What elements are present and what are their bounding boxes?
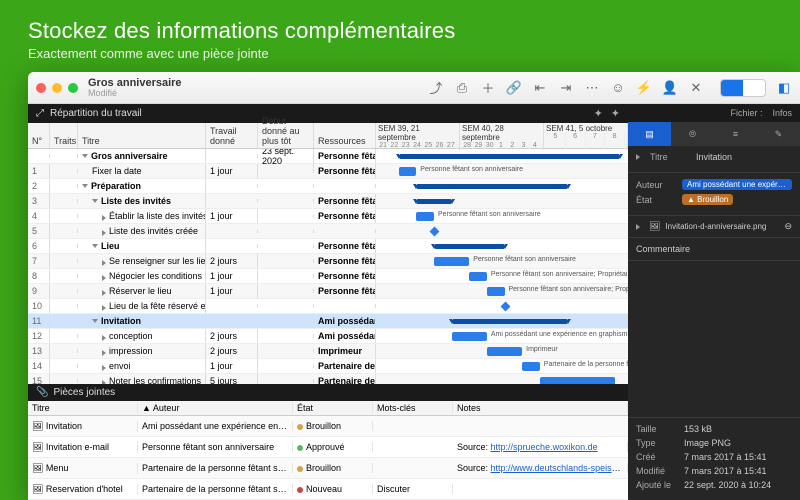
col-traits[interactable]: Traits: [50, 123, 78, 148]
meta-size-v: 153 kB: [684, 424, 712, 434]
col-resources[interactable]: Ressources: [314, 123, 376, 148]
inspector-tab-tags[interactable]: ⦾: [671, 122, 714, 146]
task-row[interactable]: 14envoi1 jourPartenaire de laPartenaire …: [28, 359, 628, 374]
hero-subtitle: Exactement comme avec une pièce jointe: [28, 46, 772, 61]
magic-icon[interactable]: ✦: [594, 107, 603, 120]
inspector-tab-list[interactable]: ≡: [714, 122, 757, 146]
task-row[interactable]: 5Liste des invités créée: [28, 224, 628, 239]
smiley-icon[interactable]: ☺: [610, 80, 626, 96]
acol-notes[interactable]: Notes: [453, 403, 628, 413]
task-row[interactable]: 7Se renseigner sur les lieux et comparer…: [28, 254, 628, 269]
attach-icon: 📎: [36, 387, 48, 398]
user-icon[interactable]: 👤: [662, 80, 678, 96]
traffic-min-icon[interactable]: [52, 83, 62, 93]
insp-state-badge[interactable]: ▲ Brouillon: [682, 194, 733, 205]
insp-author-badge[interactable]: Ami possédant une expérien..: [682, 179, 792, 190]
insp-state-label: État: [636, 195, 676, 205]
indent-in-icon[interactable]: ⇥: [558, 80, 574, 96]
expand-icon[interactable]: ⤢: [36, 108, 44, 119]
inspector-panel: Fichier : Infos ▤ ⦾ ≡ ✎ TitreInvitation …: [628, 104, 800, 500]
section-title: Répartition du travail: [50, 108, 142, 119]
chevron-icon[interactable]: [636, 154, 640, 160]
view-toggle[interactable]: [720, 79, 766, 97]
task-row[interactable]: 2Préparation: [28, 179, 628, 194]
col-start[interactable]: Début donné au plus tôt: [258, 123, 314, 148]
acol-keywords[interactable]: Mots-clés: [373, 403, 453, 413]
task-row[interactable]: 12conception2 joursAmi possédantAmi poss…: [28, 329, 628, 344]
doc-subtitle: Modifié: [88, 89, 182, 99]
task-row[interactable]: 11InvitationAmi possédant: [28, 314, 628, 329]
attachment-row[interactable]: 🖼 Reservation d'hotelPartenaire de la pe…: [28, 479, 628, 500]
inspector-tab-edit[interactable]: ✎: [757, 122, 800, 146]
meta-created-v: 7 mars 2017 à 15:41: [684, 452, 767, 462]
hero-title: Stockez des informations complémentaires: [28, 18, 772, 44]
acol-title[interactable]: Titre: [28, 403, 138, 413]
minus-icon[interactable]: ⊖: [784, 221, 792, 232]
attachments-bar: 📎 Pièces jointes: [28, 384, 628, 401]
insp-title-label: Titre: [650, 152, 690, 162]
gantt-header: SEM 39, 21 septembre21222324252627SEM 40…: [376, 123, 628, 148]
traffic-max-icon[interactable]: [68, 83, 78, 93]
doc-title: Gros anniversaire: [88, 77, 182, 89]
chevron-icon[interactable]: [636, 224, 640, 230]
task-row[interactable]: 13impression2 joursImprimeurImprimeur: [28, 344, 628, 359]
inspector-info-label: Infos: [772, 108, 792, 118]
titlebar: Gros anniversaire Modifié ⤴ ⎙ ＋ 🔗 ⇤ ⇥ ⋯ …: [28, 72, 800, 104]
meta-modified-v: 7 mars 2017 à 15:41: [684, 466, 767, 476]
meta-modified-k: Modifié: [636, 466, 678, 476]
attachments-title: Pièces jointes: [53, 387, 115, 398]
task-row[interactable]: 4Établir la liste des invités1 jourPerso…: [28, 209, 628, 224]
meta-created-k: Créé: [636, 452, 678, 462]
task-row[interactable]: 15Noter les confirmations5 joursPartenai…: [28, 374, 628, 385]
add-icon[interactable]: ＋: [480, 80, 496, 96]
more-icon[interactable]: ⋯: [584, 80, 600, 96]
attachments-table: Titre ▲ Auteur État Mots-clés Notes 🖼 In…: [28, 401, 628, 500]
meta-size-k: Taille: [636, 424, 678, 434]
acol-state[interactable]: État: [293, 403, 373, 413]
meta-type-v: Image PNG: [684, 438, 731, 448]
insp-filename[interactable]: Invitation-d-anniversaire.png: [665, 222, 766, 231]
col-number[interactable]: N°: [28, 123, 50, 148]
acol-author[interactable]: ▲ Auteur: [138, 403, 293, 413]
share-icon[interactable]: ⤴: [428, 80, 444, 96]
insp-title-value[interactable]: Invitation: [696, 152, 732, 162]
task-rows: Gros anniversaire23 sept. 2020Personne f…: [28, 149, 628, 385]
task-row[interactable]: 10Lieu de la fête réservé et confirmé: [28, 299, 628, 314]
flash-icon[interactable]: ⚡: [636, 80, 652, 96]
task-row[interactable]: 3Liste des invitésPersonne fêtan: [28, 194, 628, 209]
col-work[interactable]: Travail donné: [206, 123, 258, 148]
section-bar: ⤢ Répartition du travail ✦ ✦: [28, 104, 628, 123]
inspector-tab-doc[interactable]: ▤: [628, 122, 671, 146]
print-icon[interactable]: ⎙: [454, 80, 470, 96]
task-row[interactable]: 9Réserver le lieu1 jourPersonne fêtanPer…: [28, 284, 628, 299]
insp-author-label: Auteur: [636, 180, 676, 190]
col-title[interactable]: Titre: [78, 123, 206, 148]
task-row[interactable]: Gros anniversaire23 sept. 2020Personne f…: [28, 149, 628, 164]
insp-comment-label: Commentaire: [636, 244, 690, 254]
task-row[interactable]: 6LieuPersonne fêtan: [28, 239, 628, 254]
inspector-toggle-icon[interactable]: ◧: [776, 80, 792, 96]
attachment-row[interactable]: 🖼 MenuPartenaire de la personne fêtant s…: [28, 458, 628, 479]
app-window: Gros anniversaire Modifié ⤴ ⎙ ＋ 🔗 ⇤ ⇥ ⋯ …: [28, 72, 800, 500]
meta-added-v: 22 sept. 2020 à 10:24: [684, 480, 771, 490]
attachment-row[interactable]: 🖼 Invitation e-mailPersonne fêtant son a…: [28, 437, 628, 458]
inspector-file-label: Fichier :: [730, 108, 762, 118]
link-icon[interactable]: 🔗: [506, 80, 522, 96]
meta-added-k: Ajouté le: [636, 480, 678, 490]
image-icon: 🖼: [649, 221, 660, 232]
meta-type-k: Type: [636, 438, 678, 448]
task-row[interactable]: 1Fixer la date1 jourPersonne fêtanPerson…: [28, 164, 628, 179]
attachment-row[interactable]: 🖼 InvitationAmi possédant une expérience…: [28, 416, 628, 437]
table-header: N° Traits Titre Travail donné Début donn…: [28, 123, 628, 149]
wrench-icon[interactable]: ✕: [688, 80, 704, 96]
traffic-close-icon[interactable]: [36, 83, 46, 93]
task-row[interactable]: 8Négocier les conditions1 jourPersonne f…: [28, 269, 628, 284]
settings-icon[interactable]: ✦: [611, 107, 620, 120]
indent-out-icon[interactable]: ⇤: [532, 80, 548, 96]
